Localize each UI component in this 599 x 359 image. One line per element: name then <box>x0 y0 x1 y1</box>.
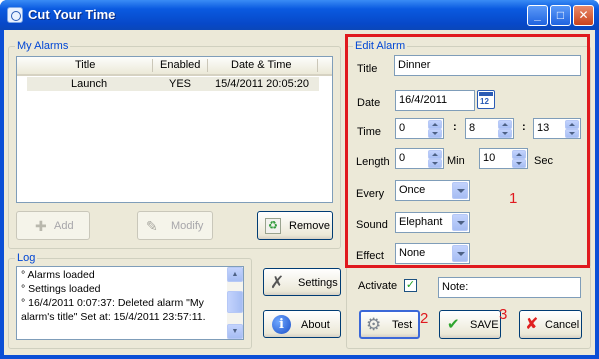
close-button[interactable]: ✕ <box>573 5 594 26</box>
about-button[interactable]: i About <box>263 310 341 338</box>
title-bar[interactable]: Cut Your Time _ □ ✕ <box>0 0 599 30</box>
alarm-enabled-cell: YES <box>169 78 192 90</box>
modify-button[interactable]: ✎ Modify <box>137 211 213 240</box>
add-button[interactable]: ✚ Add <box>16 211 90 240</box>
log-line: ° 16/4/2011 0:07:37: Deleted alarm "My <box>21 297 204 309</box>
cancel-button[interactable]: ✘ Cancel <box>519 310 582 339</box>
column-title[interactable]: Title <box>75 59 95 71</box>
alarms-header: Title Enabled Date & Time <box>17 57 332 76</box>
cancel-x-icon: ✘ <box>525 316 539 333</box>
annotation-3: 3 <box>499 306 508 323</box>
column-datetime[interactable]: Date & Time <box>231 59 292 71</box>
log-textarea[interactable]: ° Alarms loaded ° Settings loaded ° 16/4… <box>16 266 244 340</box>
minimize-button[interactable]: _ <box>527 5 548 26</box>
window-title: Cut Your Time <box>28 7 116 22</box>
test-button[interactable]: ⚙ Test <box>359 310 420 339</box>
tools-icon: ✗ <box>270 273 285 292</box>
cancel-label: Cancel <box>545 319 580 331</box>
column-enabled[interactable]: Enabled <box>160 59 200 71</box>
pencil-icon: ✎ <box>146 218 158 234</box>
settings-button[interactable]: ✗ Settings <box>263 268 341 296</box>
test-label: Test <box>392 319 413 331</box>
alarm-datetime-cell: 15/4/2011 20:05:20 <box>215 78 309 90</box>
save-label: SAVE <box>470 319 499 331</box>
client-area: My Alarms Title Enabled Date & Time Laun… <box>4 30 595 355</box>
info-icon: i <box>272 315 291 334</box>
save-button[interactable]: ✔ SAVE <box>439 310 501 339</box>
highlight-box <box>345 34 590 268</box>
alarms-list[interactable]: Title Enabled Date & Time Launch YES 15/… <box>16 56 333 203</box>
plus-icon: ✚ <box>35 218 47 234</box>
settings-label: Settings <box>298 277 338 289</box>
annotation-1: 1 <box>509 190 518 207</box>
about-label: About <box>301 319 330 331</box>
log-line: ° Alarms loaded <box>21 269 95 281</box>
activate-checkbox[interactable]: ✓ <box>404 279 417 292</box>
annotation-2: 2 <box>420 310 429 327</box>
scroll-down-arrow[interactable]: ▼ <box>227 324 243 339</box>
alarm-title-cell: Launch <box>71 78 108 90</box>
checkmark-icon: ✔ <box>447 316 460 333</box>
log-line: alarm's title" Set at: 15/4/2011 23:57:1… <box>21 311 206 323</box>
log-scrollbar[interactable]: ▲ ▼ <box>227 267 243 339</box>
alarm-row[interactable]: Launch YES 15/4/2011 20:05:20 <box>27 77 319 91</box>
my-alarms-legend: My Alarms <box>17 40 69 52</box>
modify-label: Modify <box>171 220 204 232</box>
add-label: Add <box>54 220 74 232</box>
recycle-icon: ♻ <box>265 218 281 234</box>
scroll-thumb[interactable] <box>227 291 243 313</box>
activate-label: Activate <box>358 280 398 292</box>
scroll-up-arrow[interactable]: ▲ <box>227 267 243 282</box>
remove-button[interactable]: ♻ Remove <box>257 211 333 240</box>
app-window: Cut Your Time _ □ ✕ My Alarms Title Enab… <box>0 0 599 359</box>
maximize-button[interactable]: □ <box>550 5 571 26</box>
log-legend: Log <box>17 252 36 264</box>
note-input[interactable]: Note: <box>438 277 581 298</box>
gear-icon: ⚙ <box>366 315 382 334</box>
clock-app-icon <box>7 7 23 23</box>
log-line: ° Settings loaded <box>21 283 101 295</box>
remove-label: Remove <box>289 220 330 232</box>
